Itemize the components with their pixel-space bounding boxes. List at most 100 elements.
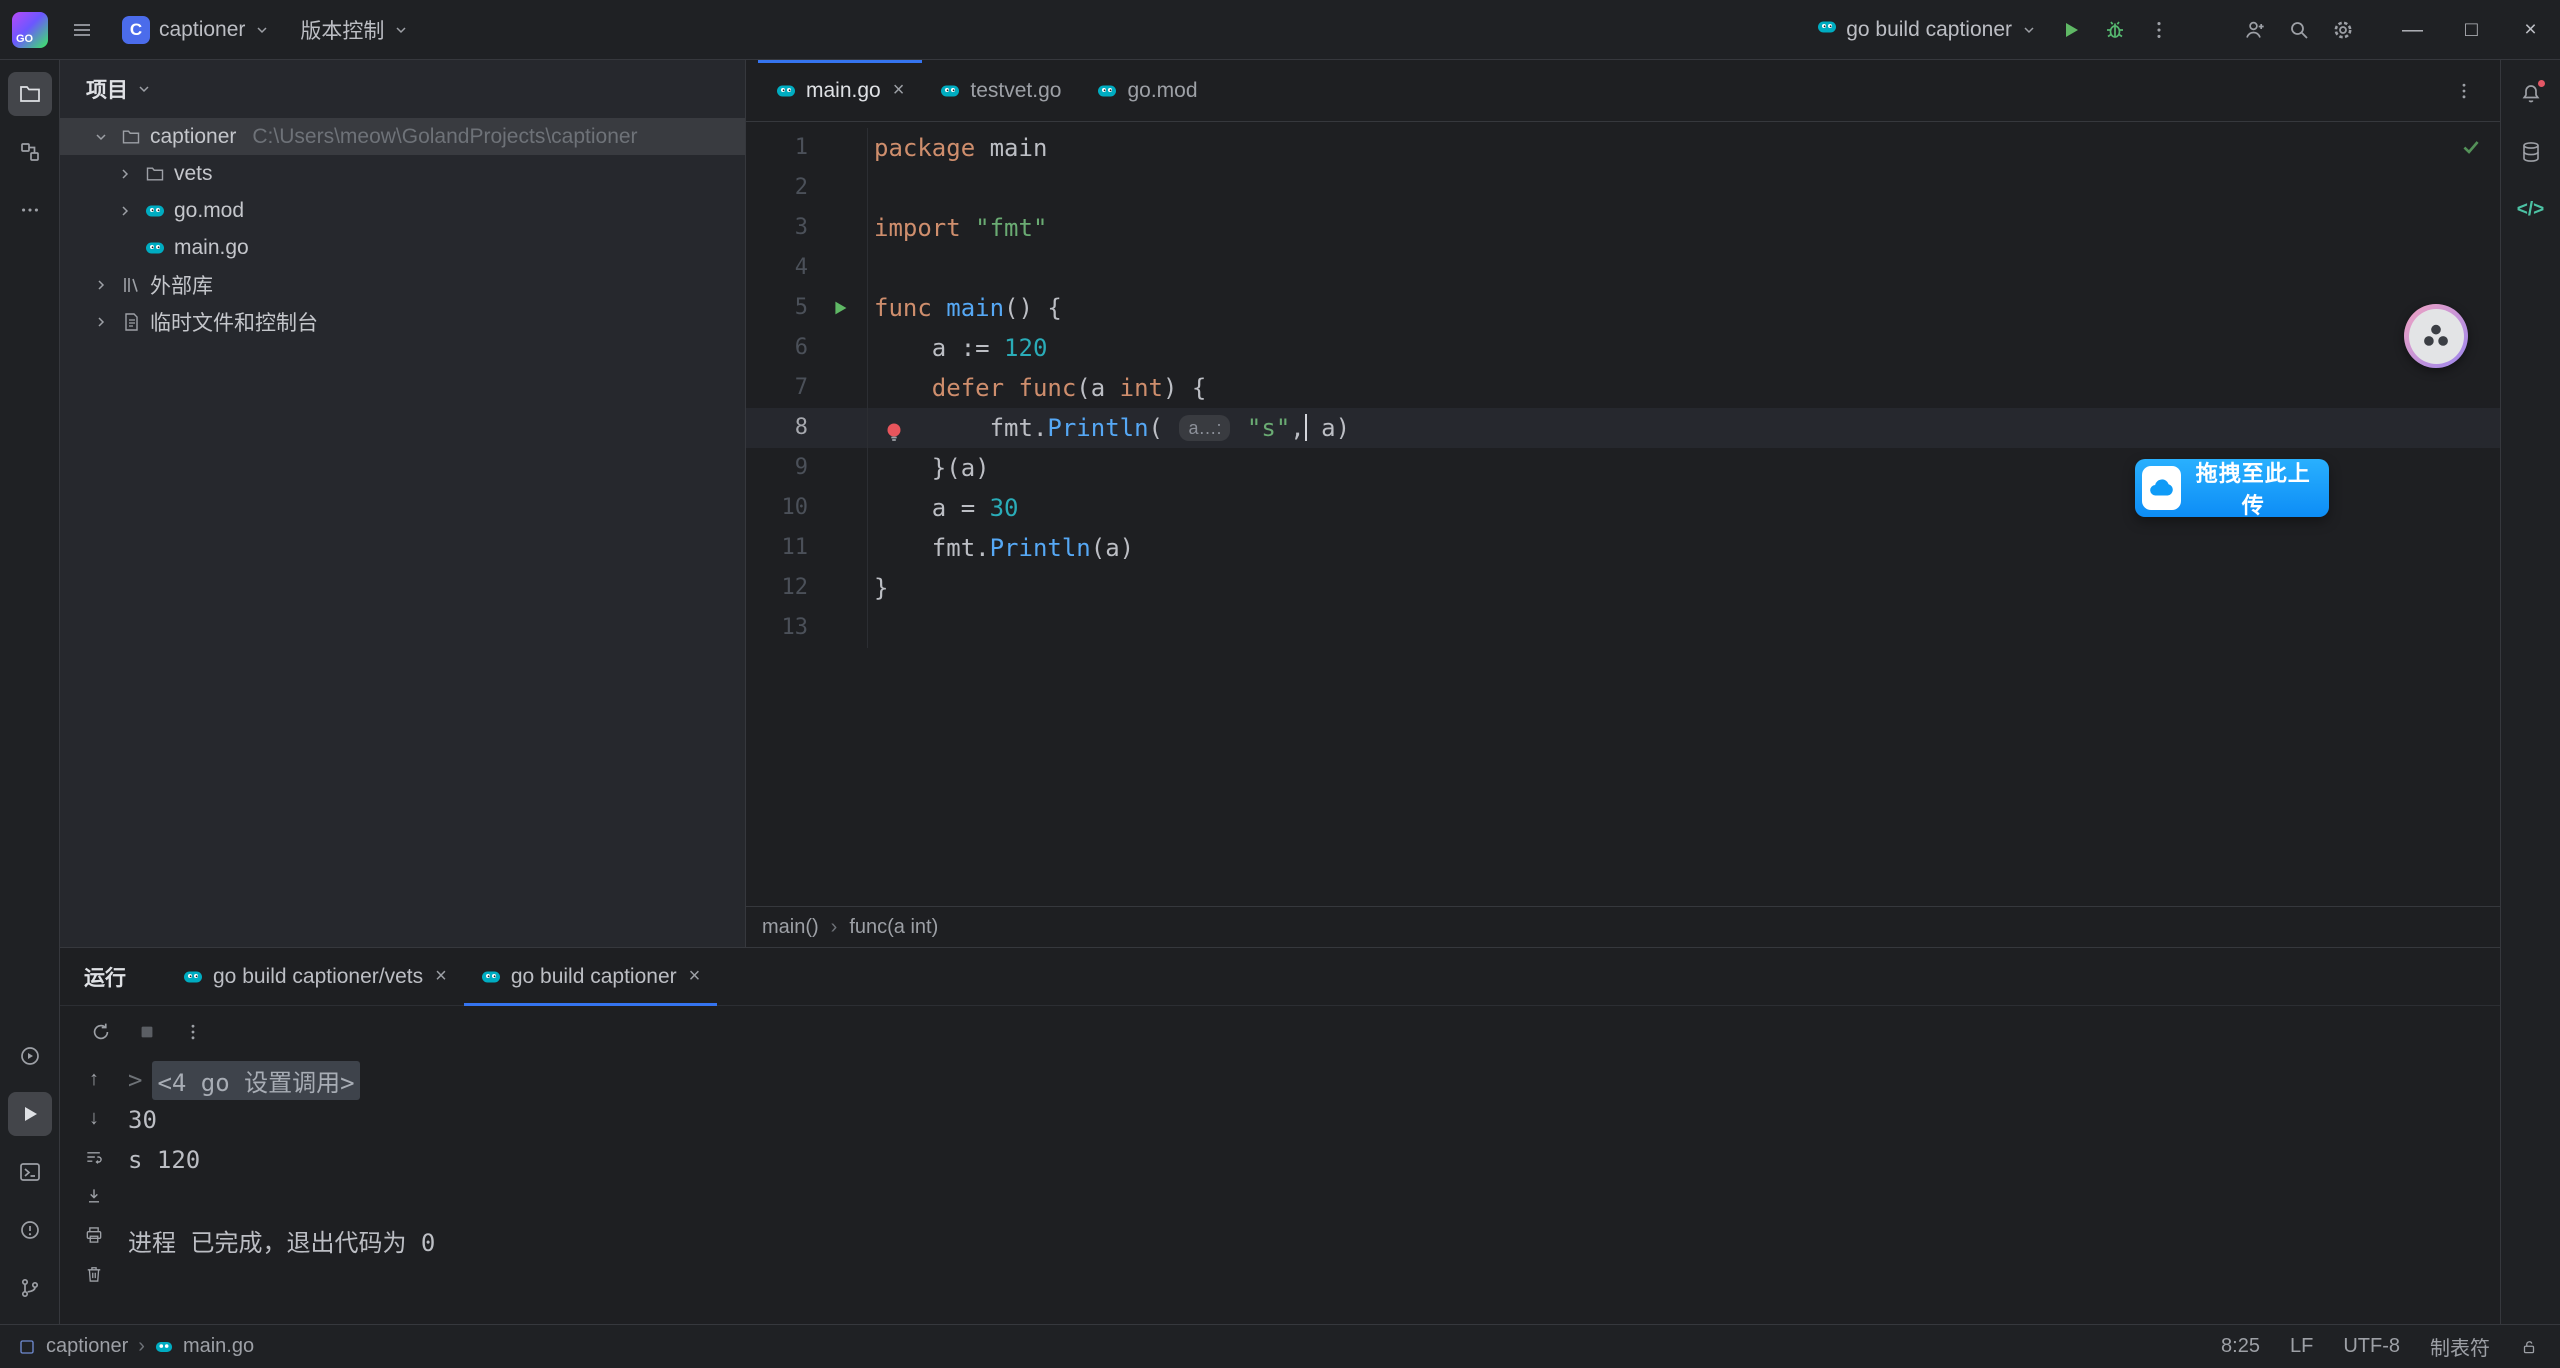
- clear-console-button[interactable]: [79, 1259, 109, 1289]
- floating-widget-avatar[interactable]: [2404, 304, 2468, 368]
- line-number[interactable]: 7: [746, 368, 812, 408]
- tree-item-captioner[interactable]: captionerC:\Users\meow\GolandProjects\ca…: [60, 118, 745, 155]
- line-number[interactable]: 13: [746, 608, 812, 648]
- project-tool-button[interactable]: [8, 72, 52, 116]
- code-line-12[interactable]: 12}: [746, 568, 2500, 608]
- code-text[interactable]: [868, 608, 2500, 648]
- code-text[interactable]: import "fmt": [868, 208, 2500, 248]
- rerun-button[interactable]: [84, 1015, 118, 1049]
- line-number[interactable]: 11: [746, 528, 812, 568]
- parameter-hint[interactable]: a…:: [1179, 415, 1230, 441]
- run-button[interactable]: [2049, 8, 2093, 52]
- code-text[interactable]: }: [868, 568, 2500, 608]
- breadcrumb-item[interactable]: main(): [762, 916, 819, 939]
- caret-position-widget[interactable]: 8:25: [2221, 1335, 2260, 1358]
- tab-close-icon[interactable]: ×: [435, 965, 447, 988]
- structure-tool-button[interactable]: [8, 130, 52, 174]
- version-control-tool-button[interactable]: [8, 1266, 52, 1310]
- editor-tabs-more-button[interactable]: [2442, 69, 2486, 113]
- line-number[interactable]: 2: [746, 168, 812, 208]
- line-separator-widget[interactable]: LF: [2290, 1335, 2313, 1358]
- project-panel-header[interactable]: 项目: [60, 60, 745, 118]
- terminal-tool-button[interactable]: [8, 1150, 52, 1194]
- upload-dropzone-button[interactable]: 拖拽至此上传: [2135, 459, 2329, 517]
- chevron-down-icon[interactable]: [90, 129, 112, 145]
- stop-button[interactable]: [130, 1015, 164, 1049]
- run-tab-go-build-captioner[interactable]: go build captioner×: [464, 948, 717, 1005]
- code-line-4[interactable]: 4: [746, 248, 2500, 288]
- soft-wrap-button[interactable]: [79, 1142, 109, 1172]
- scroll-to-end-button[interactable]: [79, 1181, 109, 1211]
- editor-gutter[interactable]: 1: [746, 128, 868, 168]
- line-number[interactable]: 10: [746, 488, 812, 528]
- endpoints-tool-button[interactable]: </>: [2509, 188, 2553, 232]
- line-number[interactable]: 1: [746, 128, 812, 168]
- code-text[interactable]: a := 120: [868, 328, 2500, 368]
- editor-gutter[interactable]: 11: [746, 528, 868, 568]
- editor-gutter[interactable]: 2: [746, 168, 868, 208]
- editor-gutter[interactable]: 4: [746, 248, 868, 288]
- run-config-widget[interactable]: go build captioner: [1805, 8, 2049, 52]
- settings-button[interactable]: [2321, 8, 2365, 52]
- code-line-1[interactable]: 1 package main: [746, 128, 2500, 168]
- line-number[interactable]: 6: [746, 328, 812, 368]
- code-text[interactable]: [868, 168, 2500, 208]
- search-everywhere-button[interactable]: [2277, 8, 2321, 52]
- code-line-2[interactable]: 2: [746, 168, 2500, 208]
- line-number[interactable]: 12: [746, 568, 812, 608]
- code-line-13[interactable]: 13: [746, 608, 2500, 648]
- chevron-right-icon[interactable]: [114, 203, 136, 219]
- editor-gutter[interactable]: 9: [746, 448, 868, 488]
- vcs-widget[interactable]: 版本控制: [288, 8, 421, 52]
- main-menu-button[interactable]: [60, 8, 104, 52]
- editor-gutter[interactable]: 3: [746, 208, 868, 248]
- line-number[interactable]: 5: [746, 288, 812, 328]
- maximize-button[interactable]: □: [2442, 0, 2501, 59]
- breadcrumb-item[interactable]: func(a int): [849, 916, 938, 939]
- editor-gutter[interactable]: 12: [746, 568, 868, 608]
- code-line-7[interactable]: 7 defer func(a int) {: [746, 368, 2500, 408]
- code-line-5[interactable]: 5 func main() {: [746, 288, 2500, 328]
- chevron-right-icon[interactable]: [114, 166, 136, 182]
- tree-item-scratches[interactable]: 临时文件和控制台: [60, 303, 745, 340]
- chevron-right-icon[interactable]: [90, 277, 112, 293]
- problems-tool-button[interactable]: [8, 1208, 52, 1252]
- code-text[interactable]: func main() {: [868, 288, 2500, 328]
- editor-gutter[interactable]: 5: [746, 288, 868, 328]
- project-widget[interactable]: C captioner: [110, 8, 282, 52]
- code-text[interactable]: package main: [868, 128, 2500, 168]
- minimize-button[interactable]: —: [2383, 0, 2442, 59]
- line-number[interactable]: 9: [746, 448, 812, 488]
- code-with-me-button[interactable]: [2233, 8, 2277, 52]
- indent-widget[interactable]: 制表符: [2430, 1332, 2490, 1361]
- run-more-options-button[interactable]: [176, 1015, 210, 1049]
- prev-occurrence-button[interactable]: ↑: [79, 1064, 109, 1094]
- code-text[interactable]: [868, 248, 2500, 288]
- editor-tab-go-mod[interactable]: go.mod: [1079, 60, 1215, 121]
- editor-tab-main-go[interactable]: main.go×: [758, 60, 922, 121]
- code-text[interactable]: defer func(a int) {: [868, 368, 2500, 408]
- run-tab-go-build-captioner-vets[interactable]: go build captioner/vets×: [166, 948, 464, 1005]
- editor-gutter[interactable]: 13: [746, 608, 868, 648]
- close-button[interactable]: ×: [2501, 0, 2560, 59]
- run-gutter-icon[interactable]: [812, 288, 867, 328]
- code-line-3[interactable]: 3import "fmt": [746, 208, 2500, 248]
- notifications-button[interactable]: [2509, 72, 2553, 116]
- print-button[interactable]: [79, 1220, 109, 1250]
- editor[interactable]: 1 package main 23import "fmt"45 func main()…: [746, 122, 2500, 906]
- debug-button[interactable]: [2093, 8, 2137, 52]
- editor-gutter[interactable]: 10: [746, 488, 868, 528]
- fold-expand-icon[interactable]: >: [128, 1066, 142, 1094]
- code-text[interactable]: fmt.Println( a…: "s", a): [868, 408, 2500, 448]
- code-line-8[interactable]: 8 fmt.Println( a…: "s", a): [746, 408, 2500, 448]
- encoding-widget[interactable]: UTF-8: [2343, 1335, 2400, 1358]
- tab-close-icon[interactable]: ×: [893, 79, 905, 102]
- statusbar-breadcrumb[interactable]: captioner › main.go: [18, 1335, 254, 1358]
- database-tool-button[interactable]: [2509, 130, 2553, 174]
- more-actions-button[interactable]: [2137, 8, 2181, 52]
- tab-close-icon[interactable]: ×: [689, 965, 701, 988]
- inspections-ok-icon[interactable]: [2460, 136, 2482, 164]
- editor-gutter[interactable]: 7: [746, 368, 868, 408]
- readonly-toggle[interactable]: [2520, 1338, 2538, 1356]
- tree-item-external-libraries[interactable]: 外部库: [60, 266, 745, 303]
